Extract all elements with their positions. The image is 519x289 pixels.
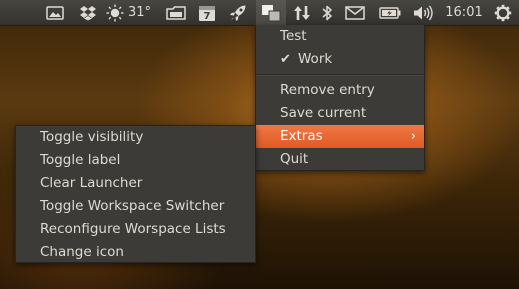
network-indicator[interactable]	[291, 0, 313, 25]
menu-item-label: Remove entry	[280, 82, 375, 98]
session-indicator[interactable]	[490, 0, 516, 25]
calendar-icon: 7	[199, 5, 215, 22]
submenu-item-reconfigure-workspace-lists[interactable]: Reconfigure Worspace Lists	[16, 218, 255, 241]
checkmark-icon: ✔	[280, 52, 291, 67]
clock-indicator[interactable]: 16:01	[443, 0, 485, 25]
menu-item-label: Reconfigure Worspace Lists	[40, 221, 226, 237]
clock-label: 16:01	[445, 5, 483, 20]
menu-item-label: Save current	[280, 105, 367, 121]
rocket-icon	[230, 5, 246, 21]
desktop-indicator[interactable]	[42, 0, 68, 25]
volume-icon	[414, 5, 433, 20]
workspace-switcher-indicator[interactable]	[256, 0, 286, 25]
sound-indicator[interactable]	[410, 0, 438, 25]
bluetooth-indicator[interactable]	[317, 0, 337, 25]
menu-item-label: Change icon	[40, 244, 124, 260]
dropbox-icon	[80, 5, 96, 20]
menu-item-label: Toggle label	[40, 152, 121, 168]
submenu-item-toggle-workspace-switcher[interactable]: Toggle Workspace Switcher	[16, 195, 255, 218]
gear-icon	[494, 4, 512, 21]
desktop-icon	[46, 5, 64, 20]
menu-item-quit[interactable]: Quit	[256, 148, 424, 171]
weather-indicator[interactable]: 31°	[106, 0, 158, 25]
top-panel: 31° 7 16:01	[0, 0, 519, 26]
mail-icon	[345, 5, 365, 20]
menu-item-remove-entry[interactable]: Remove entry	[256, 79, 424, 102]
network-updown-icon	[294, 5, 310, 20]
calendar-day-label: 7	[204, 11, 211, 22]
launcher-indicator[interactable]	[225, 0, 251, 25]
submenu-item-toggle-visibility[interactable]: Toggle visibility	[16, 126, 255, 149]
menu-item-label: Extras	[280, 128, 323, 144]
submenu-item-toggle-label[interactable]: Toggle label	[16, 149, 255, 172]
storage-icon	[166, 5, 186, 20]
battery-icon	[379, 6, 401, 19]
workspace-menu: Test ✔ Work Remove entry Save current Ex…	[255, 25, 425, 171]
menu-item-label: Quit	[280, 151, 309, 167]
submenu-item-change-icon[interactable]: Change icon	[16, 241, 255, 264]
workspace-switcher-icon	[262, 4, 281, 21]
menu-separator	[256, 74, 424, 76]
menu-item-label: Toggle Workspace Switcher	[40, 198, 225, 214]
submenu-item-clear-launcher[interactable]: Clear Launcher	[16, 172, 255, 195]
menu-item-extras[interactable]: Extras ›	[256, 125, 424, 148]
battery-indicator[interactable]	[375, 0, 405, 25]
messaging-indicator[interactable]	[342, 0, 368, 25]
bluetooth-icon	[322, 5, 332, 20]
dropbox-indicator[interactable]	[75, 0, 101, 25]
chevron-right-icon: ›	[410, 129, 416, 144]
menu-item-work[interactable]: ✔ Work	[256, 48, 424, 71]
storage-indicator[interactable]	[163, 0, 189, 25]
calendar-indicator[interactable]: 7	[195, 0, 219, 25]
menu-item-label: Clear Launcher	[40, 175, 143, 191]
menu-item-test[interactable]: Test	[256, 25, 424, 48]
menu-item-label: Toggle visibility	[40, 129, 144, 145]
extras-submenu: Toggle visibility Toggle label Clear Lau…	[15, 125, 256, 263]
menu-item-save-current[interactable]: Save current	[256, 102, 424, 125]
menu-item-label: Test	[280, 28, 307, 44]
temperature-label: 31°	[128, 5, 152, 20]
weather-sun-icon	[106, 4, 124, 21]
menu-item-label: Work	[298, 51, 333, 67]
